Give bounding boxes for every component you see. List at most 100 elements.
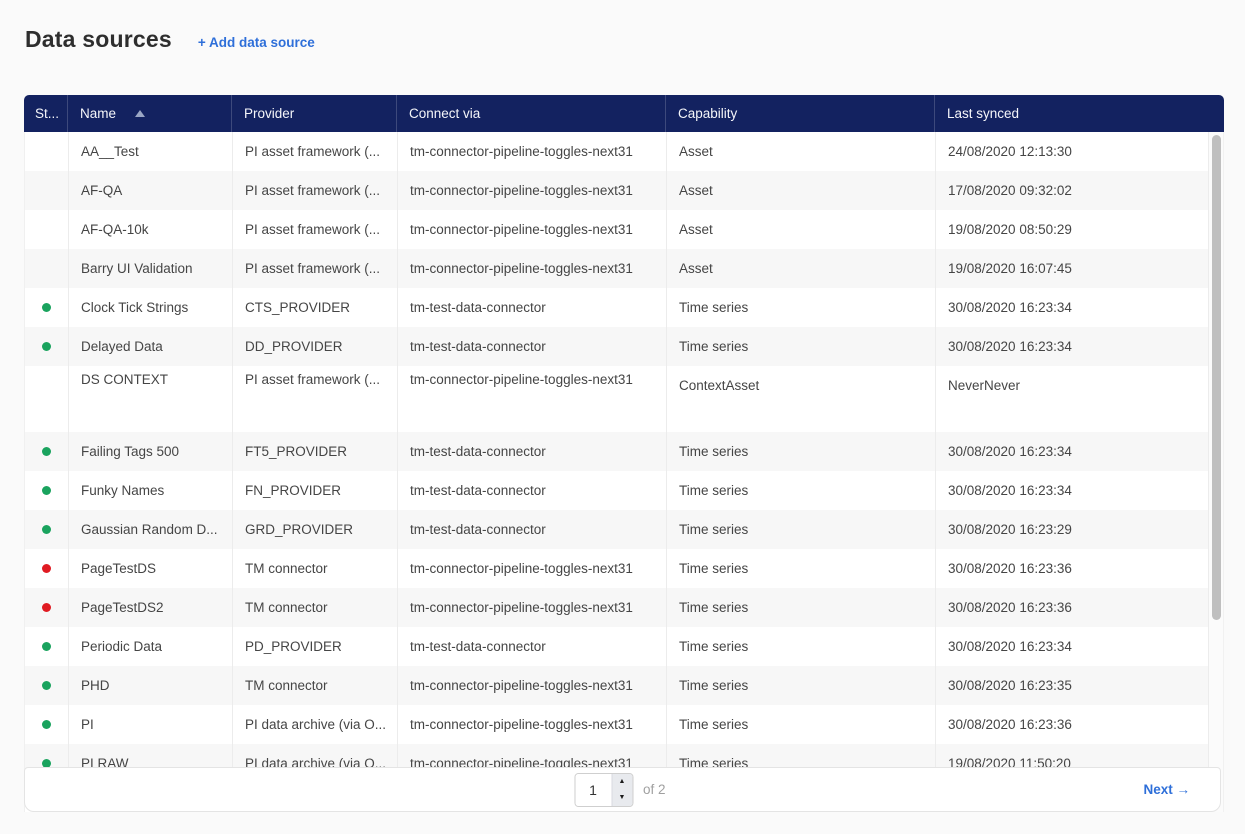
capability-cell: Time series [667, 510, 936, 549]
last-synced-cell: 30/08/2020 16:23:36 [936, 549, 1208, 588]
connect-via-cell: tm-connector-pipeline-toggles-next31 [398, 210, 667, 249]
table-row[interactable]: Barry UI ValidationPI asset framework (.… [25, 249, 1208, 288]
table-row[interactable]: AF-QAPI asset framework (...tm-connector… [25, 171, 1208, 210]
last-synced-cell: 30/08/2020 16:23:34 [936, 432, 1208, 471]
connect-via-cell: tm-test-data-connector [398, 432, 667, 471]
connect-via-cell: tm-connector-pipeline-toggles-next31 [398, 249, 667, 288]
page-number-input[interactable] [575, 774, 611, 806]
connect-via-cell: tm-test-data-connector [398, 627, 667, 666]
last-synced-cell: 30/08/2020 16:23:36 [936, 705, 1208, 744]
status-cell [25, 549, 69, 588]
column-header-connect-via-label: Connect via [409, 106, 480, 121]
table-row[interactable]: Clock Tick StringsCTS_PROVIDERtm-test-da… [25, 288, 1208, 327]
connect-via-cell: tm-test-data-connector [398, 327, 667, 366]
status-dot-green [42, 342, 51, 351]
page-header: Data sources + Add data source [0, 0, 1245, 53]
status-cell [25, 432, 69, 471]
page-title: Data sources [25, 26, 172, 53]
page-number-stepper: ▲ ▼ [611, 774, 632, 806]
name-cell: PHD [69, 666, 233, 705]
column-header-name-label: Name [80, 106, 116, 121]
name-cell: Failing Tags 500 [69, 432, 233, 471]
status-cell [25, 210, 69, 249]
table-row[interactable]: Failing Tags 500FT5_PROVIDERtm-test-data… [25, 432, 1208, 471]
next-page-link[interactable]: Next → [1143, 782, 1190, 797]
provider-cell: FT5_PROVIDER [233, 432, 398, 471]
table-scrollbar[interactable] [1208, 132, 1224, 812]
table-row[interactable]: Gaussian Random D...GRD_PROVIDERtm-test-… [25, 510, 1208, 549]
column-header-provider[interactable]: Provider [232, 95, 397, 132]
name-cell: PageTestDS2 [69, 588, 233, 627]
provider-cell: DD_PROVIDER [233, 327, 398, 366]
column-header-status-label: St... [35, 106, 59, 121]
table-row[interactable]: Funky NamesFN_PROVIDERtm-test-data-conne… [25, 471, 1208, 510]
status-dot-green [42, 447, 51, 456]
sort-ascending-icon [135, 110, 145, 117]
last-synced-cell: 19/08/2020 08:50:29 [936, 210, 1208, 249]
status-dot-green [42, 720, 51, 729]
page-decrement-button[interactable]: ▼ [612, 790, 632, 806]
capability-cell: Time series [667, 705, 936, 744]
table-row[interactable]: PageTestDSTM connectortm-connector-pipel… [25, 549, 1208, 588]
status-dot-green [42, 486, 51, 495]
table-row[interactable]: AF-QA-10kPI asset framework (...tm-conne… [25, 210, 1208, 249]
column-header-name[interactable]: Name [68, 95, 232, 132]
column-header-provider-label: Provider [244, 106, 294, 121]
pagination-bar: ▲ ▼ of 2 Next → [24, 767, 1221, 812]
provider-cell: TM connector [233, 588, 398, 627]
table-row[interactable]: PageTestDS2TM connectortm-connector-pipe… [25, 588, 1208, 627]
name-cell: AF-QA [69, 171, 233, 210]
connect-via-cell: tm-test-data-connector [398, 510, 667, 549]
name-cell: Funky Names [69, 471, 233, 510]
name-cell: Barry UI Validation [69, 249, 233, 288]
table-header-row: St... Name Provider Connect via Capabili… [24, 95, 1224, 132]
capability-cell: Time series [667, 666, 936, 705]
table-row[interactable]: Periodic DataPD_PROVIDERtm-test-data-con… [25, 627, 1208, 666]
capability-cell: Time series [667, 588, 936, 627]
column-header-status[interactable]: St... [24, 95, 68, 132]
name-cell: PI [69, 705, 233, 744]
last-synced-cell: 30/08/2020 16:23:34 [936, 471, 1208, 510]
name-cell: AF-QA-10k [69, 210, 233, 249]
capability-cell: Time series [667, 432, 936, 471]
name-cell: DS CONTEXT [69, 366, 233, 432]
add-data-source-link[interactable]: + Add data source [198, 35, 315, 50]
provider-cell: PI asset framework (... [233, 366, 398, 432]
capability-cell: Asset [667, 171, 936, 210]
provider-cell: TM connector [233, 666, 398, 705]
table-row[interactable]: PHDTM connectortm-connector-pipeline-tog… [25, 666, 1208, 705]
connect-via-cell: tm-connector-pipeline-toggles-next31 [398, 666, 667, 705]
table-row[interactable]: PIPI data archive (via O...tm-connector-… [25, 705, 1208, 744]
capability-cell: Asset [667, 132, 936, 171]
status-cell [25, 705, 69, 744]
status-cell [25, 627, 69, 666]
table-row[interactable]: Delayed DataDD_PROVIDERtm-test-data-conn… [25, 327, 1208, 366]
table-body: AA__TestPI asset framework (...tm-connec… [24, 132, 1208, 812]
last-synced-cell: 30/08/2020 16:23:35 [936, 666, 1208, 705]
column-header-capability[interactable]: Capability [666, 95, 935, 132]
capability-cell: Asset [667, 249, 936, 288]
scrollbar-thumb[interactable] [1212, 135, 1221, 620]
column-header-last-synced[interactable]: Last synced [935, 95, 1224, 132]
provider-cell: GRD_PROVIDER [233, 510, 398, 549]
column-header-capability-label: Capability [678, 106, 737, 121]
column-header-connect-via[interactable]: Connect via [397, 95, 666, 132]
status-dot-red [42, 603, 51, 612]
capability-cell: ContextAsset [667, 366, 936, 432]
page-increment-button[interactable]: ▲ [612, 774, 632, 790]
provider-cell: TM connector [233, 549, 398, 588]
last-synced-cell: 30/08/2020 16:23:34 [936, 627, 1208, 666]
name-cell: Clock Tick Strings [69, 288, 233, 327]
data-sources-table: St... Name Provider Connect via Capabili… [24, 95, 1224, 812]
status-dot-green [42, 303, 51, 312]
page-number-control: ▲ ▼ of 2 [574, 773, 666, 807]
status-cell [25, 366, 69, 432]
table-row[interactable]: DS CONTEXTPI asset framework (...tm-conn… [25, 366, 1208, 432]
column-header-last-synced-label: Last synced [947, 106, 1019, 121]
name-cell: AA__Test [69, 132, 233, 171]
table-row[interactable]: AA__TestPI asset framework (...tm-connec… [25, 132, 1208, 171]
provider-cell: PI asset framework (... [233, 171, 398, 210]
provider-cell: PD_PROVIDER [233, 627, 398, 666]
capability-cell: Time series [667, 327, 936, 366]
status-cell [25, 132, 69, 171]
